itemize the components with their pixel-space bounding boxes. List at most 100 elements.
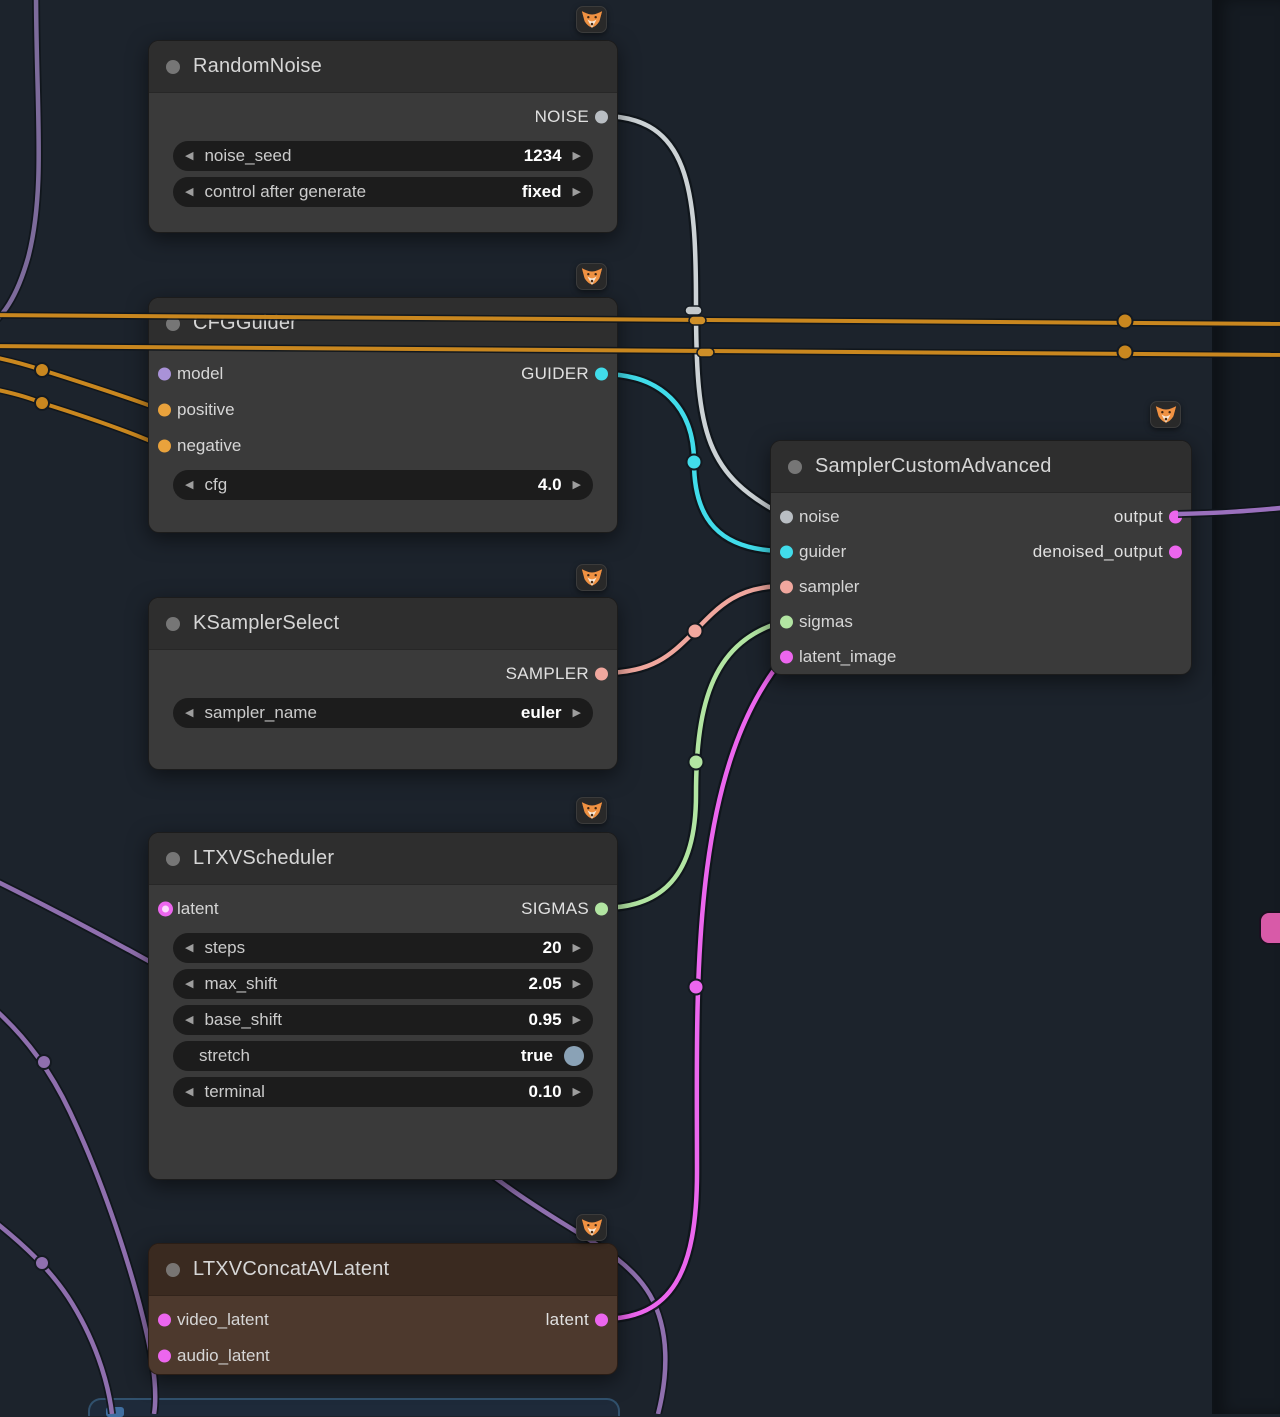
node-title: LTXVConcatAVLatent xyxy=(193,1258,389,1281)
decrement-arrow-icon[interactable]: ◀ xyxy=(185,943,193,954)
increment-arrow-icon[interactable]: ▶ xyxy=(573,187,581,198)
fox-icon xyxy=(581,10,603,29)
node-randomnoise[interactable]: RandomNoise NOISE ◀ noise_seed 1234 ▶ ◀ … xyxy=(148,40,618,233)
node-badge-randomnoise[interactable] xyxy=(576,6,607,33)
input-port-sampler[interactable] xyxy=(780,580,793,593)
widget-value[interactable]: euler xyxy=(521,703,562,723)
node-title: KSamplerSelect xyxy=(193,612,339,635)
output-port-latent[interactable] xyxy=(595,1314,608,1327)
widget-label: sampler_name xyxy=(204,703,316,723)
node-cfgguider[interactable]: CFGGuider model GUIDER positive negative… xyxy=(148,297,618,533)
node-ksamplerselect-titlebar[interactable]: KSamplerSelect xyxy=(149,598,617,650)
increment-arrow-icon[interactable]: ▶ xyxy=(573,979,581,990)
node-ltxvscheduler[interactable]: LTXVScheduler latent SIGMAS ◀ steps 20 ▶… xyxy=(148,832,618,1180)
output-port-output[interactable] xyxy=(1169,510,1182,523)
input-port-latent-image[interactable] xyxy=(780,650,793,663)
input-port-latent[interactable] xyxy=(158,902,173,917)
node-samplercustomadvanced[interactable]: SamplerCustomAdvanced noise output guide… xyxy=(770,440,1192,675)
output-label-latent: latent xyxy=(546,1310,589,1330)
node-ksamplerselect[interactable]: KSamplerSelect SAMPLER ◀ sampler_name eu… xyxy=(148,597,618,770)
input-port-model[interactable] xyxy=(158,368,171,381)
node-samplercustomadvanced-titlebar[interactable]: SamplerCustomAdvanced xyxy=(771,441,1191,493)
decrement-arrow-icon[interactable]: ◀ xyxy=(185,979,193,990)
node-randomnoise-titlebar[interactable]: RandomNoise xyxy=(149,41,617,93)
input-label-positive: positive xyxy=(177,400,235,420)
decrement-arrow-icon[interactable]: ◀ xyxy=(185,1087,193,1098)
input-label-guider: guider xyxy=(799,542,846,562)
widget-value[interactable]: 4.0 xyxy=(538,475,562,495)
widget-control-after-generate[interactable]: ◀ control after generate fixed ▶ xyxy=(173,177,593,207)
node-graph-canvas[interactable]: { "canvas": { "background": "#1c232c" },… xyxy=(0,0,1280,1414)
node-badge-samplercustomadvanced[interactable] xyxy=(1150,401,1181,428)
increment-arrow-icon[interactable]: ▶ xyxy=(573,1015,581,1026)
decrement-arrow-icon[interactable]: ◀ xyxy=(185,708,193,719)
widget-steps[interactable]: ◀ steps 20 ▶ xyxy=(173,933,593,963)
link-midpoint-positive[interactable] xyxy=(35,363,49,377)
link-midpoint-sampler[interactable] xyxy=(688,624,703,639)
widget-value[interactable]: 0.10 xyxy=(528,1082,561,1102)
node-badge-ksamplerselect[interactable] xyxy=(576,564,607,591)
output-label-sampler: SAMPLER xyxy=(506,664,589,684)
increment-arrow-icon[interactable]: ▶ xyxy=(573,480,581,491)
input-port-video-latent[interactable] xyxy=(158,1314,171,1327)
widget-value[interactable]: 20 xyxy=(543,938,562,958)
node-ltxvscheduler-titlebar[interactable]: LTXVScheduler xyxy=(149,833,617,885)
decrement-arrow-icon[interactable]: ◀ xyxy=(185,480,193,491)
widget-value[interactable]: 1234 xyxy=(524,146,562,166)
widget-sampler-name[interactable]: ◀ sampler_name euler ▶ xyxy=(173,698,593,728)
node-badge-ltxvscheduler[interactable] xyxy=(576,797,607,824)
increment-arrow-icon[interactable]: ▶ xyxy=(573,708,581,719)
widget-terminal[interactable]: ◀ terminal 0.10 ▶ xyxy=(173,1077,593,1107)
link-midpoint-negative[interactable] xyxy=(35,396,49,410)
collapse-dot[interactable] xyxy=(166,317,180,331)
decrement-arrow-icon[interactable]: ◀ xyxy=(185,187,193,198)
input-port-negative[interactable] xyxy=(158,440,171,453)
toggle-knob[interactable] xyxy=(564,1046,584,1066)
port-row: SAMPLER xyxy=(149,656,617,692)
widget-value[interactable]: 2.05 xyxy=(528,974,561,994)
output-port-denoised-output[interactable] xyxy=(1169,545,1182,558)
widget-cfg[interactable]: ◀ cfg 4.0 ▶ xyxy=(173,470,593,500)
decrement-arrow-icon[interactable]: ◀ xyxy=(185,151,193,162)
node-ltxvconcatavlatent[interactable]: LTXVConcatAVLatent video_latent latent a… xyxy=(148,1243,618,1375)
widget-noise-seed[interactable]: ◀ noise_seed 1234 ▶ xyxy=(173,141,593,171)
collapse-dot[interactable] xyxy=(166,852,180,866)
increment-arrow-icon[interactable]: ▶ xyxy=(573,943,581,954)
widget-label: max_shift xyxy=(204,974,277,994)
port-row: guider denoised_output xyxy=(771,534,1191,569)
input-port-positive[interactable] xyxy=(158,404,171,417)
increment-arrow-icon[interactable]: ▶ xyxy=(573,1087,581,1098)
node-cfgguider-titlebar[interactable]: CFGGuider xyxy=(149,298,617,350)
widget-base-shift[interactable]: ◀ base_shift 0.95 ▶ xyxy=(173,1005,593,1035)
widget-max-shift[interactable]: ◀ max_shift 2.05 ▶ xyxy=(173,969,593,999)
link-midpoint-purple2[interactable] xyxy=(37,1055,51,1069)
collapse-dot[interactable] xyxy=(788,460,802,474)
widget-value[interactable]: 0.95 xyxy=(528,1010,561,1030)
link-midpoint-latent[interactable] xyxy=(689,980,704,995)
link-midpoint-purple3[interactable] xyxy=(35,1256,49,1270)
node-ltxvconcatavlatent-titlebar[interactable]: LTXVConcatAVLatent xyxy=(149,1244,617,1296)
decrement-arrow-icon[interactable]: ◀ xyxy=(185,1015,193,1026)
link-midpoint-sigmas[interactable] xyxy=(689,755,704,770)
input-label-sampler: sampler xyxy=(799,577,859,597)
link-midpoint-guider[interactable] xyxy=(687,455,702,470)
widget-value[interactable]: true xyxy=(521,1046,553,1066)
input-port-audio-latent[interactable] xyxy=(158,1350,171,1363)
output-label-output: output xyxy=(1114,507,1163,527)
output-port-sampler[interactable] xyxy=(595,668,608,681)
collapse-dot[interactable] xyxy=(166,617,180,631)
output-port-guider[interactable] xyxy=(595,368,608,381)
collapse-dot[interactable] xyxy=(166,1263,180,1277)
output-port-sigmas[interactable] xyxy=(595,903,608,916)
increment-arrow-icon[interactable]: ▶ xyxy=(573,151,581,162)
output-port-noise[interactable] xyxy=(595,111,608,124)
collapse-dot[interactable] xyxy=(166,60,180,74)
widget-value[interactable]: fixed xyxy=(522,182,562,202)
input-port-noise[interactable] xyxy=(780,510,793,523)
input-port-guider[interactable] xyxy=(780,545,793,558)
node-title: LTXVScheduler xyxy=(193,847,334,870)
input-port-sigmas[interactable] xyxy=(780,615,793,628)
node-badge-ltxvconcatavlatent[interactable] xyxy=(576,1214,607,1241)
node-badge-cfgguider[interactable] xyxy=(576,263,607,290)
widget-stretch[interactable]: stretch true xyxy=(173,1041,593,1071)
